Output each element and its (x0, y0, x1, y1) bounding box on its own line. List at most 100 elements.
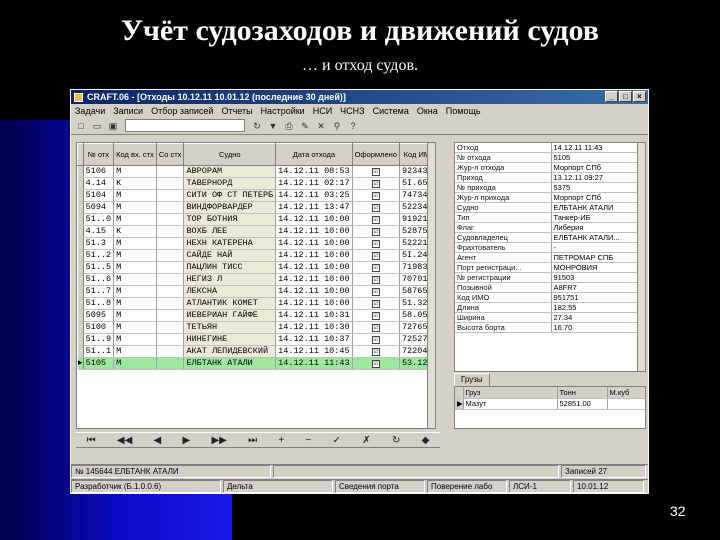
property-row[interactable]: Порт регистраци... МОНРОВИЯ (455, 262, 640, 274)
table-row[interactable]: 5106МАВРОРАМ14.12.11 08:53☑923438955 (77, 165, 435, 178)
property-row[interactable]: № отхода 5105 (455, 152, 640, 164)
checkbox-cell[interactable]: ☑ (352, 285, 400, 298)
table-row[interactable]: 4.14КТАВЕРНОРД14.12.11 02:17☑5I.655060 (77, 177, 435, 190)
table-row[interactable]: 4.15КВОХБ ЛЕЕ14.12.11 10:00☑528750760 (77, 225, 435, 238)
menu-item[interactable]: Задачи (75, 106, 105, 116)
nav-button[interactable]: ◀◀ (117, 435, 132, 446)
refresh-icon[interactable]: ↻ (250, 119, 264, 133)
checkbox-cell[interactable]: ☑ (352, 225, 400, 238)
property-row[interactable]: Код ИМО 951751 (455, 292, 640, 304)
table-row[interactable]: 51..6МНЕГИЗ Л14.12.11 10:00☑707011055 (77, 273, 435, 286)
column-header[interactable]: Судно (183, 143, 277, 166)
menu-item[interactable]: НСИ (313, 106, 332, 116)
property-row[interactable]: Фрахтователь - (455, 242, 640, 254)
checkbox[interactable]: ☑ (371, 312, 380, 320)
checkbox[interactable]: ☑ (371, 276, 380, 284)
nav-button[interactable]: − (306, 435, 312, 446)
menu-item[interactable]: ЧСНЗ (340, 106, 364, 116)
property-row[interactable]: Высота борта 16.70 (455, 322, 640, 334)
checkbox-cell[interactable]: ☑ (352, 309, 400, 322)
checkbox[interactable]: ☑ (371, 360, 380, 368)
property-row[interactable]: Жур-л прихода Морпорт СПб (455, 192, 640, 204)
table-row[interactable]: 51..1 М АКАТ ЛЕПИДЕВСКИЙ 14.12.11 10:45 ☑ 722… (77, 345, 435, 358)
checkbox-cell[interactable]: ☑ (352, 261, 400, 274)
checkbox-cell[interactable]: ☑ (352, 201, 400, 214)
table-row[interactable]: 51..8 М АТЛАНТИК КОМЕТ 14.12.11 10:00 ☑ 51.32… (77, 297, 435, 310)
nav-button[interactable]: ↻ (392, 435, 400, 446)
property-row[interactable]: Ширина 27.34 (455, 312, 640, 324)
property-row[interactable]: Судовладелец ЕЛБТАНК АТАЛИ... (455, 232, 640, 244)
nav-button[interactable]: ⏭ (248, 435, 257, 446)
table-row[interactable]: 51..2МСАЙДЕ НАЙ14.12.11 10:00☑5I.246555 (77, 249, 435, 262)
property-row[interactable]: Позывной A8FR7 (455, 282, 640, 294)
checkbox[interactable]: ☑ (371, 168, 380, 176)
grid-scrollbar[interactable] (427, 143, 435, 428)
checkbox-cell[interactable]: ☑ (352, 165, 400, 178)
nav-button[interactable]: ▶▶ (211, 435, 226, 446)
help-icon[interactable]: ? (346, 119, 360, 133)
menu-item[interactable]: Отбор записей (151, 106, 213, 116)
property-row[interactable]: Длина 182.55 (455, 302, 640, 314)
checkbox-cell[interactable]: ☑ (352, 357, 400, 370)
open-icon[interactable]: ▭ (90, 119, 104, 133)
filter-icon[interactable]: ▼ (266, 119, 280, 133)
column-header[interactable]: Дата отхода (275, 143, 353, 166)
table-row[interactable]: 5094 М ВИНДФОРВАРДЕР 14.12.11 13:47 ☑ 5223452… (77, 201, 435, 214)
checkbox-cell[interactable]: ☑ (352, 333, 400, 346)
menu-item[interactable]: Окна (417, 106, 438, 116)
checkbox-cell[interactable]: ☑ (352, 249, 400, 262)
checkbox[interactable]: ☑ (371, 216, 380, 224)
menu-item[interactable]: Система (373, 106, 409, 116)
nav-button[interactable]: + (278, 435, 284, 446)
checkbox[interactable]: ☑ (371, 324, 380, 332)
table-row[interactable]: 5104 М СИТИ ОФ СТ ПЕТЕРБ 14.12.11 03:25 ☑ 747… (77, 189, 435, 202)
checkbox[interactable]: ☑ (371, 252, 380, 260)
checkbox[interactable]: ☑ (371, 228, 380, 236)
checkbox[interactable]: ☑ (371, 192, 380, 200)
delete-icon[interactable]: ✕ (314, 119, 328, 133)
vessel-grid[interactable]: № отх Код вх. стх Со стх Судно Дата отхода Оф… (76, 142, 436, 429)
checkbox[interactable]: ☑ (371, 264, 380, 272)
property-row[interactable]: № регистрации 91503 (455, 272, 640, 284)
property-row[interactable]: Отход 14.12.11 11:43 (455, 143, 640, 154)
property-row[interactable]: № прихода 5375 (455, 182, 640, 194)
nav-button[interactable]: ▶ (183, 435, 191, 446)
checkbox-cell[interactable]: ☑ (352, 297, 400, 310)
property-row[interactable]: Агент ПЕТРОМАР СПБ (455, 252, 640, 264)
checkbox[interactable]: ☑ (371, 288, 380, 296)
property-row[interactable]: Приход 13.12.11 09:27 (455, 172, 640, 184)
property-row[interactable]: Жур-л отхода Морпорт СПб (455, 162, 640, 174)
nav-button[interactable]: ✓ (333, 435, 341, 446)
minimize-button[interactable]: _ (605, 91, 618, 102)
search-input[interactable] (125, 119, 245, 132)
maximize-button[interactable]: □ (619, 91, 632, 102)
table-row[interactable]: 51..0МТОР БОТНИЯ14.12.11 10:00☑919212960 (77, 213, 435, 226)
menu-item[interactable]: Настройки (261, 106, 305, 116)
column-header[interactable]: Код вх. стх (113, 143, 157, 166)
checkbox-cell[interactable]: ☑ (352, 189, 400, 202)
checkbox-cell[interactable]: ☑ (352, 273, 400, 286)
checkbox[interactable]: ☑ (371, 240, 380, 248)
window-titlebar[interactable]: CRAFT.06 - [Отходы 10.12.11 10.01.12 (по… (71, 90, 648, 104)
table-row[interactable]: 51..5МПАЦЛИН ТИСС14.12.11 10:00☑71983896… (77, 261, 435, 274)
nav-button[interactable]: ◆ (422, 435, 430, 446)
menu-item[interactable]: Помощь (446, 106, 481, 116)
nav-button[interactable]: ✗ (362, 435, 370, 446)
property-row[interactable]: Тип Танкер-ИБ (455, 212, 640, 224)
property-row[interactable]: Судно ЕЛБТАНК АТАЛИ (455, 202, 640, 214)
checkbox[interactable]: ☑ (371, 180, 380, 188)
cargo-row[interactable]: ▶ Мазут 52851.00 (455, 398, 645, 410)
property-row[interactable]: Флаг Либерия (455, 222, 640, 234)
table-row[interactable]: ▶ 5105 М ЕЛБТАНК АТАЛИ 14.12.11 11:43 ☑ 53.125… (77, 357, 435, 370)
checkbox-cell[interactable]: ☑ (352, 321, 400, 334)
checkbox-cell[interactable]: ☑ (352, 237, 400, 250)
checkbox[interactable]: ☑ (371, 204, 380, 212)
menu-item[interactable]: Записи (113, 106, 143, 116)
properties-scrollbar[interactable] (637, 143, 645, 371)
checkbox-cell[interactable]: ☑ (352, 213, 400, 226)
table-row[interactable]: 51..7МЛЕКСНА14.12.11 10:00☑587657260 (77, 285, 435, 298)
new-icon[interactable]: □ (74, 119, 88, 133)
checkbox[interactable]: ☑ (371, 336, 380, 344)
column-header[interactable]: № отх (82, 143, 115, 166)
checkbox-cell[interactable]: ☑ (352, 345, 400, 358)
